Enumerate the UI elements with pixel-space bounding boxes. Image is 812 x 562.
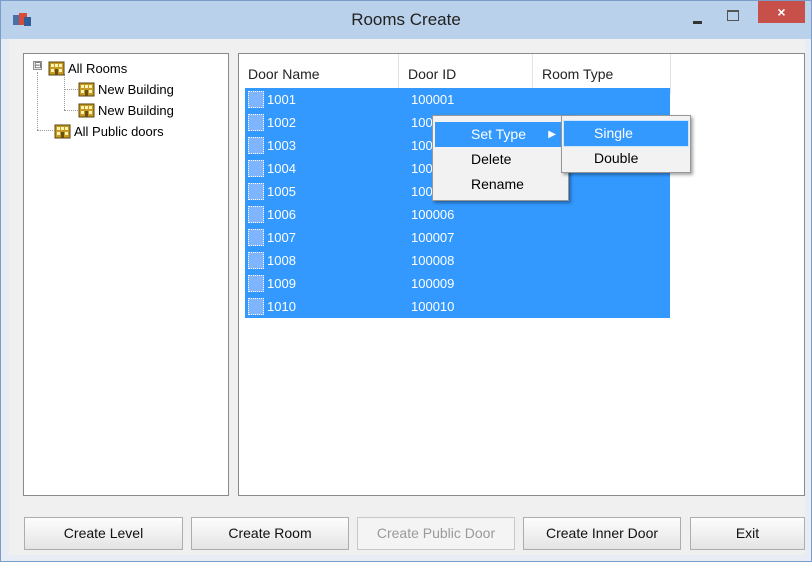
tree-node-label: All Rooms <box>68 60 128 76</box>
table-row[interactable]: 1008 100008 <box>245 249 670 272</box>
collapse-toggle-icon[interactable]: ⊟ <box>33 61 42 70</box>
door-name-cell: 1003 <box>267 138 296 153</box>
close-button[interactable]: × <box>758 1 805 23</box>
create-room-button[interactable]: Create Room <box>191 517 349 550</box>
tree-connector <box>64 110 78 111</box>
door-name-cell: 1006 <box>267 207 296 222</box>
room-tree[interactable]: ⊟ All Rooms New Building New Building Al… <box>23 53 229 496</box>
rooms-create-window: Rooms Create × ⊟ All Rooms New Building … <box>0 0 812 562</box>
tree-connector <box>37 72 38 130</box>
table-row[interactable]: 1010 100010 <box>245 295 670 318</box>
door-id-cell: 100001 <box>411 92 455 107</box>
door-name-cell: 1005 <box>267 184 296 199</box>
table-row[interactable]: 1006 100006 <box>245 203 670 226</box>
building-icon <box>54 123 71 139</box>
client-area: ⊟ All Rooms New Building New Building Al… <box>9 39 805 555</box>
tree-node-new-building[interactable]: New Building <box>78 80 174 98</box>
context-menu: Set Type ▶ Delete Rename <box>432 115 569 201</box>
tree-node-new-building[interactable]: New Building <box>78 101 174 119</box>
tree-connector <box>64 89 78 90</box>
tree-node-all-rooms[interactable]: All Rooms <box>48 59 127 77</box>
menu-item-set-type[interactable]: Set Type ▶ <box>435 122 566 147</box>
door-icon <box>248 229 264 246</box>
door-name-cell: 1001 <box>267 92 296 107</box>
menu-item-delete[interactable]: Delete <box>435 147 566 172</box>
tree-connector <box>64 74 65 110</box>
door-name-cell: 1007 <box>267 230 296 245</box>
door-id-cell: 100008 <box>411 253 455 268</box>
door-icon <box>248 183 264 200</box>
door-name-cell: 1009 <box>267 276 296 291</box>
door-id-cell: 100007 <box>411 230 455 245</box>
door-icon <box>248 298 264 315</box>
door-name-cell: 1002 <box>267 115 296 130</box>
create-public-door-button[interactable]: Create Public Door <box>357 517 515 550</box>
table-row[interactable]: 1009 100009 <box>245 272 670 295</box>
tree-connector <box>37 130 53 131</box>
door-icon <box>248 91 264 108</box>
title-bar[interactable]: Rooms Create × <box>1 1 811 39</box>
door-name-cell: 1004 <box>267 161 296 176</box>
building-icon <box>78 102 95 118</box>
door-icon <box>248 275 264 292</box>
door-icon <box>248 252 264 269</box>
create-level-button[interactable]: Create Level <box>24 517 183 550</box>
table-row[interactable]: 1007 100007 <box>245 226 670 249</box>
maximize-button[interactable] <box>719 7 745 25</box>
door-id-cell: 100010 <box>411 299 455 314</box>
door-icon <box>248 160 264 177</box>
minimize-button[interactable] <box>684 9 710 27</box>
submenu-set-type: Single Double <box>561 115 691 173</box>
tree-node-label: All Public doors <box>74 123 164 139</box>
door-id-cell: 100009 <box>411 276 455 291</box>
exit-button[interactable]: Exit <box>690 517 805 550</box>
door-name-cell: 1010 <box>267 299 296 314</box>
door-name-cell: 1008 <box>267 253 296 268</box>
create-inner-door-button[interactable]: Create Inner Door <box>523 517 681 550</box>
submenu-item-single[interactable]: Single <box>563 120 689 147</box>
door-icon <box>248 206 264 223</box>
menu-item-label: Set Type <box>471 126 527 142</box>
menu-item-rename[interactable]: Rename <box>435 172 566 197</box>
tree-node-label: New Building <box>98 81 174 97</box>
door-icon <box>248 114 264 131</box>
door-id-cell: 100006 <box>411 207 455 222</box>
building-icon <box>78 81 95 97</box>
submenu-item-double[interactable]: Double <box>564 146 688 171</box>
tree-node-all-public-doors[interactable]: All Public doors <box>54 122 164 140</box>
table-row[interactable]: 1001 100001 <box>245 88 670 111</box>
tree-node-label: New Building <box>98 102 174 118</box>
building-icon <box>48 60 65 76</box>
submenu-arrow-icon: ▶ <box>548 129 556 140</box>
door-icon <box>248 137 264 154</box>
